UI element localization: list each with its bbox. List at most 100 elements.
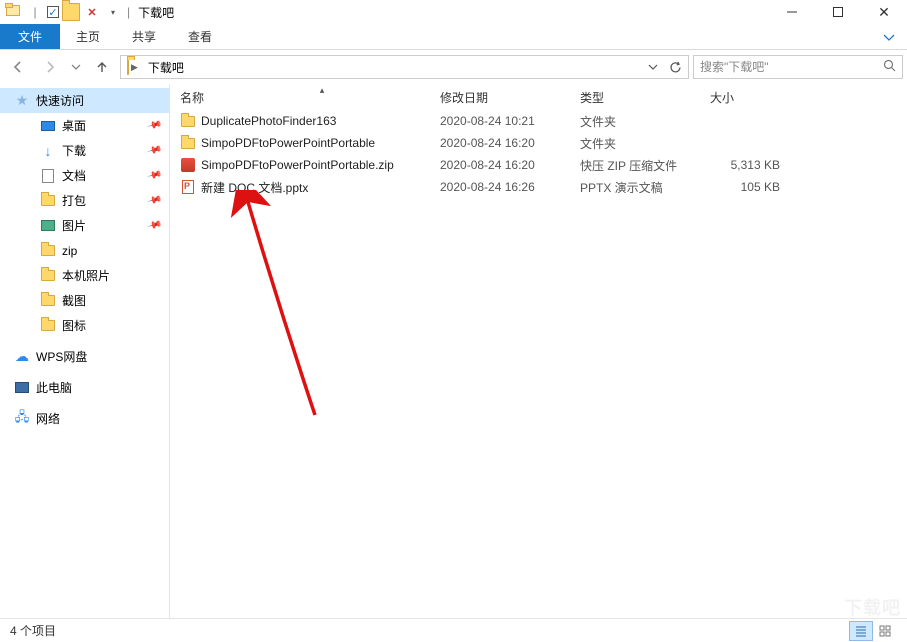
window-title: 下载吧 bbox=[135, 4, 174, 21]
sidebar-item-label: zip bbox=[62, 244, 77, 258]
column-size[interactable]: 大小 bbox=[710, 89, 800, 106]
pictures-icon bbox=[40, 218, 56, 234]
tab-share[interactable]: 共享 bbox=[116, 24, 172, 49]
up-button[interactable] bbox=[88, 54, 116, 80]
star-icon: ★ bbox=[14, 93, 30, 109]
search-box[interactable] bbox=[693, 55, 903, 79]
sidebar-item-label: 截图 bbox=[62, 292, 86, 309]
folder-icon bbox=[180, 113, 196, 129]
sidebar-wps[interactable]: ☁ WPS网盘 bbox=[0, 344, 170, 369]
cloud-icon: ☁ bbox=[14, 349, 30, 365]
sidebar-network[interactable]: 🖧 网络 bbox=[0, 406, 170, 431]
column-type[interactable]: 类型 bbox=[580, 89, 710, 106]
forward-button[interactable] bbox=[36, 54, 64, 80]
navigation-pane: ★ 快速访问 桌面 📌 ↓ 下载 📌 文档 📌 打包 📌 图片 📌 bbox=[0, 84, 170, 618]
back-button[interactable] bbox=[4, 54, 32, 80]
breadcrumb-root[interactable]: ▶ bbox=[123, 56, 144, 78]
pc-icon bbox=[14, 380, 30, 396]
folder-icon bbox=[180, 135, 196, 151]
watermark: 下载吧 bbox=[844, 594, 901, 620]
folder-icon[interactable] bbox=[62, 3, 80, 21]
file-size: 5,313 KB bbox=[710, 158, 800, 172]
refresh-button[interactable] bbox=[664, 56, 686, 78]
sidebar-thispc[interactable]: 此电脑 bbox=[0, 375, 170, 400]
column-name[interactable]: 名称 ▴ bbox=[180, 89, 440, 106]
address-dropdown-icon[interactable] bbox=[642, 56, 664, 78]
tab-view[interactable]: 查看 bbox=[172, 24, 228, 49]
sidebar-item-label: 图片 bbox=[62, 217, 86, 234]
item-count: 4 个项目 bbox=[10, 622, 56, 639]
chevron-right-icon[interactable]: ▶ bbox=[129, 62, 140, 73]
breadcrumb-current[interactable]: 下载吧 bbox=[144, 56, 188, 78]
file-row[interactable]: SimpoPDFtoPowerPointPortable 2020-08-24 … bbox=[170, 132, 907, 154]
sidebar-item-label: 快速访问 bbox=[36, 92, 84, 109]
pin-icon: 📌 bbox=[146, 193, 162, 209]
sidebar-item-localphotos[interactable]: 本机照片 bbox=[0, 263, 170, 288]
details-view-button[interactable] bbox=[849, 621, 873, 641]
tab-home[interactable]: 主页 bbox=[60, 24, 116, 49]
minimize-button[interactable] bbox=[769, 0, 815, 24]
network-icon: 🖧 bbox=[14, 411, 30, 427]
sidebar-item-downloads[interactable]: ↓ 下载 📌 bbox=[0, 138, 170, 163]
sidebar-item-label: 文档 bbox=[62, 167, 86, 184]
qat-close-icon[interactable]: ✕ bbox=[83, 3, 101, 21]
pin-icon: 📌 bbox=[146, 118, 162, 134]
folder-icon bbox=[127, 60, 129, 74]
desktop-icon bbox=[40, 118, 56, 134]
file-date: 2020-08-24 16:26 bbox=[440, 180, 580, 194]
column-label: 名称 bbox=[180, 89, 204, 106]
zip-icon bbox=[180, 157, 196, 173]
column-date[interactable]: 修改日期 bbox=[440, 89, 580, 106]
file-type: 文件夹 bbox=[580, 135, 710, 152]
sidebar-item-label: 打包 bbox=[62, 192, 86, 209]
main-area: ★ 快速访问 桌面 📌 ↓ 下载 📌 文档 📌 打包 📌 图片 📌 bbox=[0, 84, 907, 618]
sidebar-item-icons[interactable]: 图标 bbox=[0, 313, 170, 338]
file-row[interactable]: 新建 DOC 文档.pptx 2020-08-24 16:26 PPTX 演示文… bbox=[170, 176, 907, 198]
file-row[interactable]: SimpoPDFtoPowerPointPortable.zip 2020-08… bbox=[170, 154, 907, 176]
view-mode-buttons bbox=[849, 621, 897, 641]
status-bar: 4 个项目 bbox=[0, 618, 907, 642]
pin-icon: 📌 bbox=[146, 143, 162, 159]
search-icon[interactable] bbox=[883, 59, 896, 75]
file-date: 2020-08-24 16:20 bbox=[440, 136, 580, 150]
column-headers: 名称 ▴ 修改日期 类型 大小 bbox=[170, 84, 907, 110]
pin-icon: 📌 bbox=[146, 218, 162, 234]
close-button[interactable]: ✕ bbox=[861, 0, 907, 24]
title-separator: | bbox=[122, 5, 135, 19]
sidebar-item-label: 此电脑 bbox=[36, 379, 72, 396]
pptx-icon bbox=[180, 179, 196, 195]
file-name: DuplicatePhotoFinder163 bbox=[201, 114, 336, 128]
sidebar-item-label: 网络 bbox=[36, 410, 60, 427]
qat-dropdown-icon[interactable]: ▾ bbox=[104, 3, 122, 21]
recent-dropdown-icon[interactable] bbox=[68, 54, 84, 80]
sidebar-item-label: 图标 bbox=[62, 317, 86, 334]
sidebar-item-zip[interactable]: zip bbox=[0, 238, 170, 263]
sidebar-item-pack[interactable]: 打包 📌 bbox=[0, 188, 170, 213]
file-name: 新建 DOC 文档.pptx bbox=[201, 179, 308, 196]
search-input[interactable] bbox=[700, 60, 883, 74]
sidebar-item-documents[interactable]: 文档 📌 bbox=[0, 163, 170, 188]
qat-checkbox-icon[interactable]: ✓ bbox=[47, 6, 59, 18]
sidebar-item-pictures[interactable]: 图片 📌 bbox=[0, 213, 170, 238]
pin-icon: 📌 bbox=[146, 168, 162, 184]
sidebar-item-screenshots[interactable]: 截图 bbox=[0, 288, 170, 313]
file-tab[interactable]: 文件 bbox=[0, 24, 60, 49]
icons-view-button[interactable] bbox=[873, 621, 897, 641]
maximize-button[interactable] bbox=[815, 0, 861, 24]
sort-ascending-icon: ▴ bbox=[320, 85, 325, 96]
file-name: SimpoPDFtoPowerPointPortable.zip bbox=[201, 158, 394, 172]
file-date: 2020-08-24 16:20 bbox=[440, 158, 580, 172]
file-row[interactable]: DuplicatePhotoFinder163 2020-08-24 10:21… bbox=[170, 110, 907, 132]
breadcrumb-label: 下载吧 bbox=[148, 59, 184, 76]
navigation-bar: ▶ 下载吧 bbox=[0, 50, 907, 84]
ribbon-expand-icon[interactable] bbox=[883, 24, 907, 49]
folder-icon bbox=[40, 318, 56, 334]
sidebar-quick-access[interactable]: ★ 快速访问 bbox=[0, 88, 170, 113]
sidebar-item-label: 桌面 bbox=[62, 117, 86, 134]
sidebar-item-desktop[interactable]: 桌面 📌 bbox=[0, 113, 170, 138]
qat-separator: | bbox=[26, 3, 44, 21]
documents-icon bbox=[40, 168, 56, 184]
file-size: 105 KB bbox=[710, 180, 800, 194]
address-bar[interactable]: ▶ 下载吧 bbox=[120, 55, 689, 79]
file-type: 快压 ZIP 压缩文件 bbox=[580, 157, 710, 174]
